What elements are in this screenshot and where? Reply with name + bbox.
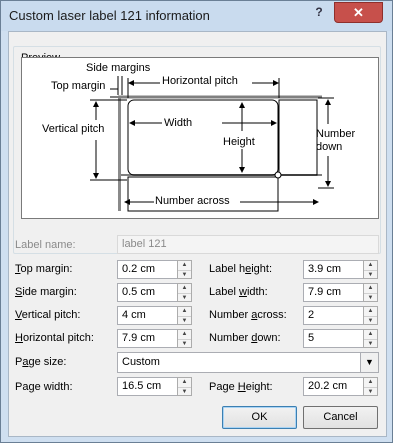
number-down-caption-2: down bbox=[316, 141, 343, 153]
top-margin-label: Top margin: bbox=[15, 263, 73, 275]
dropdown-arrow-icon[interactable]: ▼ bbox=[360, 353, 378, 372]
sheet-left-edge bbox=[118, 98, 121, 211]
title-bar: Custom laser label 121 information ? ✕ bbox=[1, 1, 392, 31]
spin-down-icon[interactable]: ▼ bbox=[178, 293, 191, 302]
label-height-spinner[interactable]: ▲ ▼ bbox=[363, 260, 378, 279]
side-margin-label: Side margin: bbox=[15, 286, 77, 298]
side-margins-caption: Side margins bbox=[86, 62, 151, 74]
spin-down-icon[interactable]: ▼ bbox=[364, 270, 377, 279]
page-width-input[interactable]: 16.5 cm bbox=[117, 377, 179, 396]
number-across-input[interactable]: 2 bbox=[303, 306, 365, 325]
vertical-pitch-label: Vertical pitch: bbox=[15, 309, 81, 321]
spin-down-icon[interactable]: ▼ bbox=[178, 339, 191, 348]
spin-up-icon[interactable]: ▲ bbox=[364, 307, 377, 315]
number-across-caption: Number across bbox=[155, 195, 230, 207]
help-button[interactable]: ? bbox=[306, 2, 332, 21]
label-name-field[interactable]: label 121 bbox=[117, 235, 379, 254]
dialog-window: Custom laser label 121 information ? ✕ P… bbox=[0, 0, 393, 443]
number-down-caption-1: Number bbox=[316, 128, 356, 140]
side-margin-spinner[interactable]: ▲ ▼ bbox=[177, 283, 192, 302]
spin-down-icon[interactable]: ▼ bbox=[178, 316, 191, 325]
page-width-spinner[interactable]: ▲ ▼ bbox=[177, 377, 192, 396]
spin-up-icon[interactable]: ▲ bbox=[364, 261, 377, 269]
top-margin-input[interactable]: 0.2 cm bbox=[117, 260, 179, 279]
vertical-pitch-input[interactable]: 4 cm bbox=[117, 306, 179, 325]
side-margin-input[interactable]: 0.5 cm bbox=[117, 283, 179, 302]
page-height-input[interactable]: 20.2 cm bbox=[303, 377, 365, 396]
number-down-label: Number down: bbox=[209, 332, 281, 344]
spin-down-icon[interactable]: ▼ bbox=[364, 339, 377, 348]
ok-button[interactable]: OK bbox=[222, 406, 297, 429]
spin-up-icon[interactable]: ▲ bbox=[178, 261, 191, 269]
spin-up-icon[interactable]: ▲ bbox=[178, 307, 191, 315]
horizontal-pitch-input[interactable]: 7.9 cm bbox=[117, 329, 179, 348]
cancel-button[interactable]: Cancel bbox=[303, 406, 378, 429]
page-size-value: Custom bbox=[122, 356, 160, 368]
number-across-label: Number across: bbox=[209, 309, 287, 321]
page-width-label: Page width: bbox=[15, 381, 73, 393]
spin-up-icon[interactable]: ▲ bbox=[178, 378, 191, 386]
window-title: Custom laser label 121 information bbox=[9, 8, 210, 23]
label-name-label: Label name: bbox=[15, 239, 76, 251]
label-width-spinner[interactable]: ▲ ▼ bbox=[363, 283, 378, 302]
spin-up-icon[interactable]: ▲ bbox=[364, 284, 377, 292]
close-button[interactable]: ✕ bbox=[334, 2, 383, 23]
spin-up-icon[interactable]: ▲ bbox=[178, 284, 191, 292]
label-height-input[interactable]: 3.9 cm bbox=[303, 260, 365, 279]
page-height-label: Page Height: bbox=[209, 381, 273, 393]
label-shape-1 bbox=[127, 99, 279, 176]
spin-up-icon[interactable]: ▲ bbox=[364, 378, 377, 386]
top-margin-spinner[interactable]: ▲ ▼ bbox=[177, 260, 192, 279]
top-margin-caption: Top margin bbox=[51, 80, 106, 92]
number-across-spinner[interactable]: ▲ ▼ bbox=[363, 306, 378, 325]
label-height-label: Label height: bbox=[209, 263, 273, 275]
label-width-input[interactable]: 7.9 cm bbox=[303, 283, 365, 302]
horizontal-pitch-label: Horizontal pitch: bbox=[15, 332, 94, 344]
spin-down-icon[interactable]: ▼ bbox=[364, 293, 377, 302]
spin-up-icon[interactable]: ▲ bbox=[364, 330, 377, 338]
horizontal-pitch-caption: Horizontal pitch bbox=[162, 75, 238, 87]
spin-down-icon[interactable]: ▼ bbox=[364, 316, 377, 325]
preview-diagram: Side margins Top margin Horizontal pitch… bbox=[21, 57, 379, 219]
spin-up-icon[interactable]: ▲ bbox=[178, 330, 191, 338]
page-size-label: Page size: bbox=[15, 356, 67, 368]
height-caption: Height bbox=[223, 136, 255, 148]
number-down-input[interactable]: 5 bbox=[303, 329, 365, 348]
vertical-pitch-spinner[interactable]: ▲ ▼ bbox=[177, 306, 192, 325]
spin-down-icon[interactable]: ▼ bbox=[178, 387, 191, 396]
label-width-label: Label width: bbox=[209, 286, 268, 298]
spin-down-icon[interactable]: ▼ bbox=[364, 387, 377, 396]
label-shape-2 bbox=[278, 99, 318, 176]
number-down-spinner[interactable]: ▲ ▼ bbox=[363, 329, 378, 348]
horizontal-pitch-spinner[interactable]: ▲ ▼ bbox=[177, 329, 192, 348]
corner-marker bbox=[274, 171, 282, 179]
dialog-body: Preview bbox=[8, 31, 387, 437]
vertical-pitch-caption: Vertical pitch bbox=[42, 123, 105, 135]
spin-down-icon[interactable]: ▼ bbox=[178, 270, 191, 279]
page-size-select[interactable]: Custom ▼ bbox=[117, 352, 379, 373]
width-caption: Width bbox=[164, 117, 193, 129]
page-height-spinner[interactable]: ▲ ▼ bbox=[363, 377, 378, 396]
